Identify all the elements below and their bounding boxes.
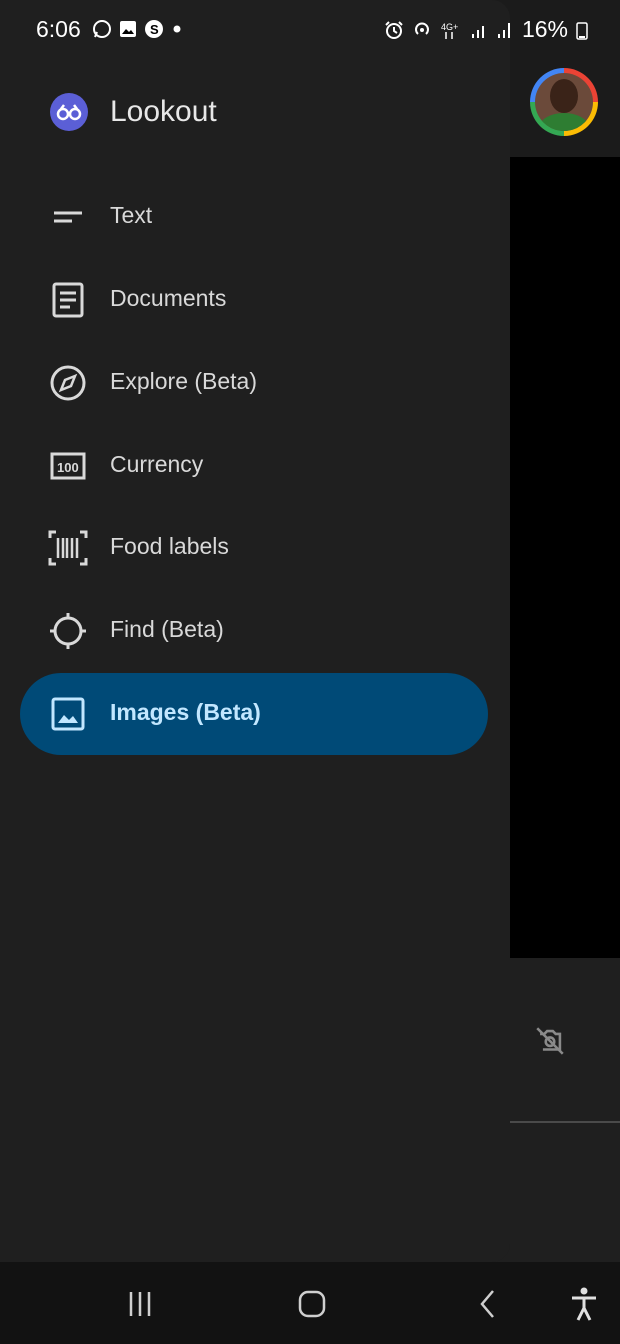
text-lines-icon <box>54 211 82 223</box>
svg-text:100: 100 <box>57 460 79 475</box>
app-title: Lookout <box>110 95 217 128</box>
nav-item-find[interactable]: Find (Beta) <box>20 590 488 672</box>
divider <box>510 1121 620 1123</box>
back-button[interactable] <box>468 1284 508 1324</box>
currency-icon: 100 <box>50 452 86 480</box>
4g-icon: 4G+ <box>441 22 458 39</box>
signal-icon <box>471 25 484 38</box>
nav-item-label: Text <box>110 202 153 228</box>
whatsapp-icon <box>93 20 111 38</box>
dot-icon <box>173 25 181 33</box>
system-navigation-bar <box>0 1262 620 1344</box>
status-bar: 6:06 S 4G+ 16% <box>0 0 620 60</box>
camera-off-icon[interactable] <box>533 1024 567 1058</box>
recents-button[interactable] <box>120 1284 160 1324</box>
svg-text:4G+: 4G+ <box>441 22 458 32</box>
nav-item-label: Currency <box>110 451 204 477</box>
navigation-drawer: Lookout Text Documents Explore (Beta) 10… <box>0 0 510 1262</box>
gallery-icon <box>120 21 136 37</box>
nav-item-label: Documents <box>110 285 227 311</box>
home-button[interactable] <box>292 1284 332 1324</box>
skype-icon: S <box>145 20 163 38</box>
binoculars-icon <box>50 93 88 131</box>
compass-icon <box>50 365 86 401</box>
accessibility-button[interactable] <box>564 1284 604 1324</box>
nav-item-label: Explore (Beta) <box>110 368 258 394</box>
image-icon <box>51 697 85 731</box>
nav-item-food-labels[interactable]: Food labels <box>20 507 488 589</box>
back-icon <box>480 1290 494 1318</box>
status-time: 6:06 <box>36 16 81 42</box>
nav-item-images[interactable]: Images (Beta) <box>20 673 488 755</box>
signal-icon <box>497 22 510 38</box>
alarm-icon <box>385 20 403 39</box>
nav-item-label: Food labels <box>110 533 229 559</box>
nav-item-label: Find (Beta) <box>110 616 224 642</box>
nav-item-explore[interactable]: Explore (Beta) <box>20 342 488 424</box>
document-icon <box>52 282 84 318</box>
home-icon <box>298 1290 326 1318</box>
battery-icon <box>576 21 588 40</box>
nav-item-label: Images (Beta) <box>110 699 261 725</box>
app-brand: Lookout <box>50 93 217 131</box>
nav-item-text[interactable]: Text <box>20 176 488 258</box>
battery-percent: 16% <box>521 16 568 42</box>
recents-icon <box>129 1292 151 1316</box>
profile-avatar[interactable] <box>530 68 598 136</box>
accessibility-icon <box>572 1287 596 1321</box>
svg-text:S: S <box>150 22 159 37</box>
hotspot-icon <box>414 22 429 35</box>
nav-item-currency[interactable]: 100 Currency <box>20 425 488 507</box>
crosshair-icon <box>50 613 86 649</box>
barcode-icon <box>48 530 88 566</box>
nav-item-documents[interactable]: Documents <box>20 259 488 341</box>
